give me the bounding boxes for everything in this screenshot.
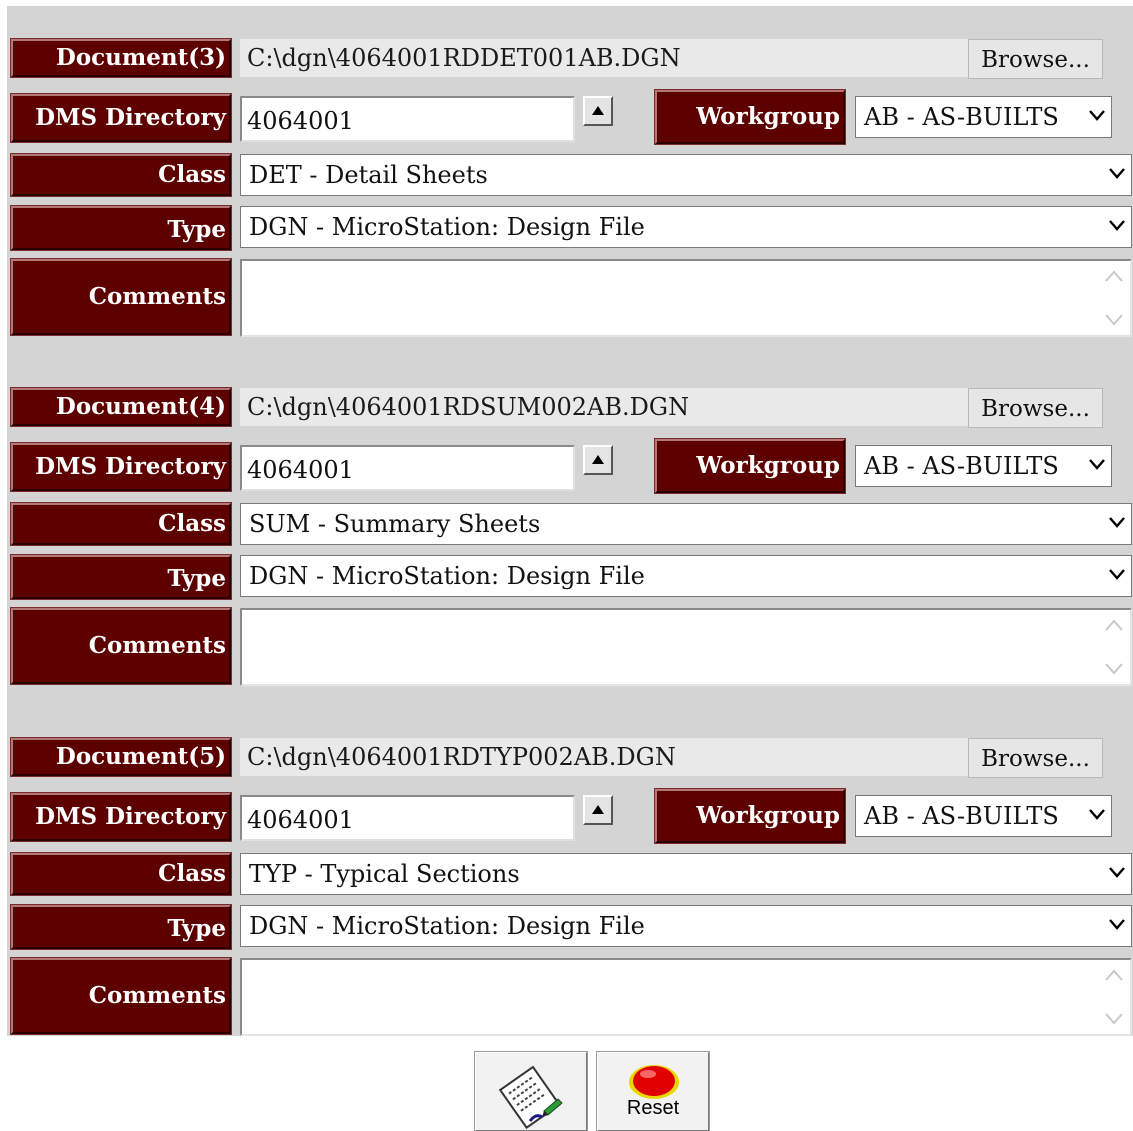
- chevron-down-icon: [1089, 110, 1105, 121]
- document-label: Document(3): [10, 38, 232, 78]
- class-select[interactable]: DET - Detail Sheets: [240, 154, 1132, 196]
- comments-label: Comments: [10, 607, 232, 685]
- submit-button[interactable]: [474, 1051, 588, 1131]
- chevron-down-icon: [1109, 569, 1125, 580]
- type-label: Type: [10, 554, 232, 600]
- dms-directory-up-button[interactable]: [583, 445, 613, 475]
- chevron-down-icon: [1089, 809, 1105, 820]
- up-arrow-icon: [592, 106, 604, 115]
- type-select[interactable]: DGN - MicroStation: Design File: [240, 905, 1132, 947]
- type-value: DGN - MicroStation: Design File: [249, 562, 645, 590]
- chevron-down-icon: [1109, 168, 1125, 179]
- comments-label: Comments: [10, 957, 232, 1035]
- document-path-field[interactable]: C:\dgn\4064001RDTYP002AB.DGN: [240, 738, 970, 776]
- class-value: TYP - Typical Sections: [249, 860, 520, 888]
- document-path-field[interactable]: C:\dgn\4064001RDDET001AB.DGN: [240, 39, 970, 77]
- comments-textarea[interactable]: [240, 608, 1132, 686]
- workgroup-value: AB - AS-BUILTS: [864, 103, 1059, 131]
- class-value: DET - Detail Sheets: [249, 161, 488, 189]
- comments-textarea[interactable]: [240, 958, 1132, 1036]
- scroll-down-icon[interactable]: [1104, 313, 1124, 327]
- comments-textarea[interactable]: [240, 259, 1132, 337]
- document-label: Document(4): [10, 387, 232, 427]
- document-block: Document(5) C:\dgn\4064001RDTYP002AB.DGN B…: [7, 733, 1133, 1063]
- type-label: Type: [10, 205, 232, 251]
- workgroup-value: AB - AS-BUILTS: [864, 452, 1059, 480]
- class-label: Class: [10, 153, 232, 197]
- chevron-down-icon: [1109, 220, 1125, 231]
- up-arrow-icon: [592, 805, 604, 814]
- browse-button[interactable]: Browse...: [968, 738, 1103, 778]
- chevron-down-icon: [1109, 867, 1125, 878]
- scroll-up-icon[interactable]: [1104, 968, 1124, 982]
- browse-button[interactable]: Browse...: [968, 388, 1103, 428]
- dms-directory-input[interactable]: 4064001: [240, 795, 575, 841]
- reset-label: Reset: [626, 1097, 680, 1119]
- type-select[interactable]: DGN - MicroStation: Design File: [240, 555, 1132, 597]
- comments-label: Comments: [10, 258, 232, 336]
- dms-directory-label: DMS Directory: [10, 442, 232, 492]
- workgroup-value: AB - AS-BUILTS: [864, 802, 1059, 830]
- dms-directory-input[interactable]: 4064001: [240, 96, 575, 142]
- dms-directory-label: DMS Directory: [10, 93, 232, 143]
- scroll-up-icon[interactable]: [1104, 269, 1124, 283]
- workgroup-select[interactable]: AB - AS-BUILTS: [855, 795, 1112, 837]
- reset-button[interactable]: Reset: [596, 1051, 710, 1131]
- chevron-down-icon: [1109, 517, 1125, 528]
- document-label: Document(5): [10, 737, 232, 777]
- scroll-up-icon[interactable]: [1104, 618, 1124, 632]
- type-value: DGN - MicroStation: Design File: [249, 912, 645, 940]
- class-select[interactable]: SUM - Summary Sheets: [240, 503, 1132, 545]
- class-value: SUM - Summary Sheets: [249, 510, 541, 538]
- class-select[interactable]: TYP - Typical Sections: [240, 853, 1132, 895]
- type-value: DGN - MicroStation: Design File: [249, 213, 645, 241]
- type-label: Type: [10, 904, 232, 950]
- chevron-down-icon: [1089, 459, 1105, 470]
- up-arrow-icon: [592, 455, 604, 464]
- workgroup-label: Workgroup: [654, 788, 846, 844]
- workgroup-label: Workgroup: [654, 438, 846, 494]
- class-label: Class: [10, 502, 232, 546]
- document-pen-icon: [498, 1065, 563, 1129]
- document-path-field[interactable]: C:\dgn\4064001RDSUM002AB.DGN: [240, 388, 970, 426]
- workgroup-label: Workgroup: [654, 89, 846, 145]
- dms-directory-label: DMS Directory: [10, 792, 232, 842]
- browse-button[interactable]: Browse...: [968, 39, 1103, 79]
- workgroup-select[interactable]: AB - AS-BUILTS: [855, 445, 1112, 487]
- dms-directory-up-button[interactable]: [583, 96, 613, 126]
- scroll-down-icon[interactable]: [1104, 1012, 1124, 1026]
- document-block: Document(3) C:\dgn\4064001RDDET001AB.DGN B…: [7, 34, 1133, 364]
- class-label: Class: [10, 852, 232, 896]
- red-button-icon: [629, 1065, 679, 1099]
- type-select[interactable]: DGN - MicroStation: Design File: [240, 206, 1132, 248]
- chevron-down-icon: [1109, 919, 1125, 930]
- dms-directory-up-button[interactable]: [583, 795, 613, 825]
- upload-form-panel: Document(3) C:\dgn\4064001RDDET001AB.DGN B…: [7, 6, 1133, 1036]
- workgroup-select[interactable]: AB - AS-BUILTS: [855, 96, 1112, 138]
- dms-directory-input[interactable]: 4064001: [240, 445, 575, 491]
- scroll-down-icon[interactable]: [1104, 662, 1124, 676]
- document-block: Document(4) C:\dgn\4064001RDSUM002AB.DGN B…: [7, 383, 1133, 713]
